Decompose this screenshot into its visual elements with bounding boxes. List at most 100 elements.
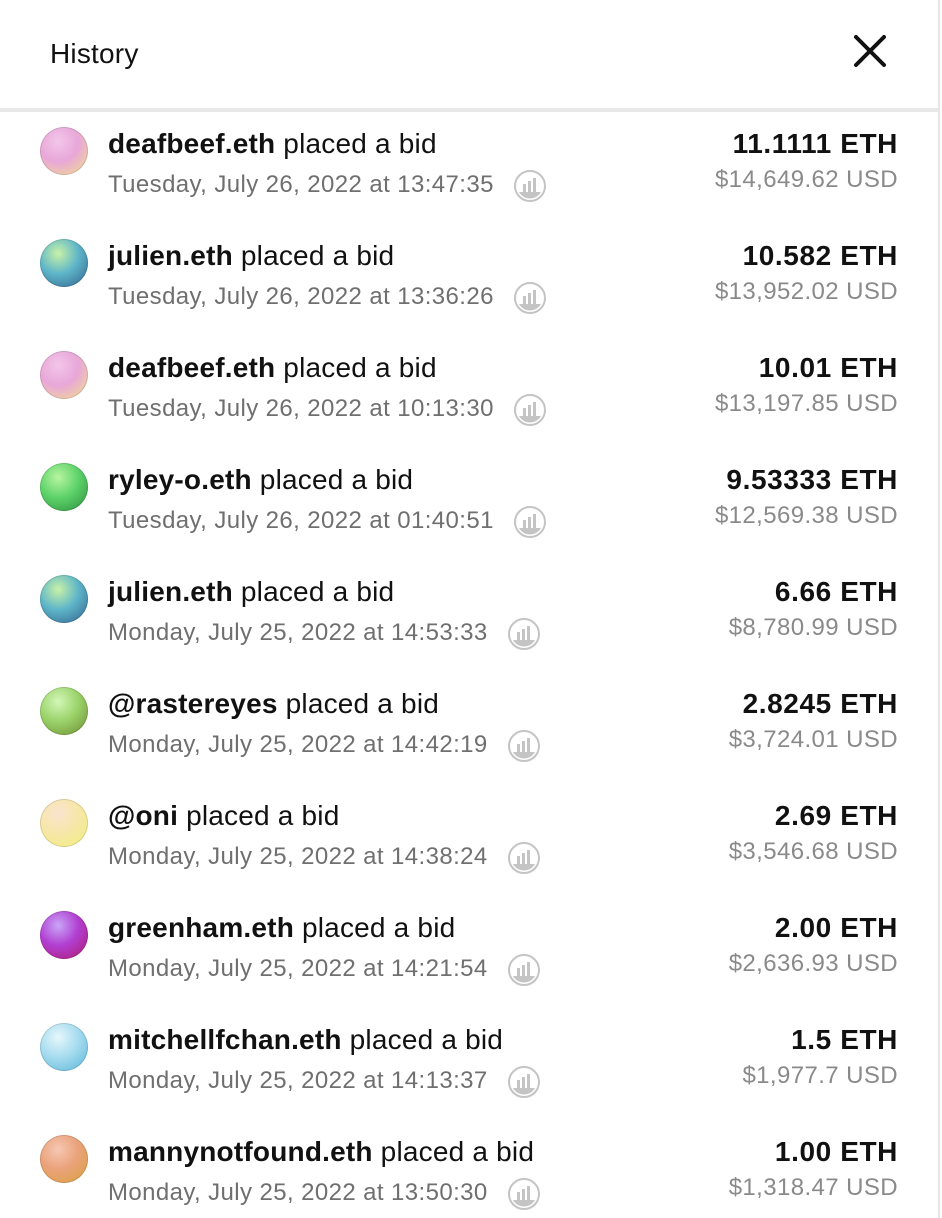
bid-amount: 9.53333 ETH $12,569.38 USD: [715, 464, 898, 530]
etherscan-icon[interactable]: [507, 618, 540, 650]
close-button[interactable]: [850, 31, 890, 71]
bid-action: placed a bid: [232, 576, 395, 607]
bid-amount: 1.5 ETH $1,977.7 USD: [742, 1024, 898, 1090]
bid-action: placed a bid: [178, 800, 340, 831]
bid-timestamp: Tuesday, July 26, 2022 at 13:36:26: [108, 283, 494, 310]
bid-amount: 10.582 ETH $13,952.02 USD: [715, 240, 898, 306]
bid-action: placed a bid: [372, 1136, 535, 1167]
avatar[interactable]: [40, 911, 88, 959]
close-icon: [854, 35, 886, 67]
bid-timestamp-row: Monday, July 25, 2022 at 14:13:37: [108, 1064, 540, 1098]
etherscan-icon[interactable]: [507, 730, 540, 762]
list-item[interactable]: ryley-o.eth placed a bid Tuesday, July 26…: [0, 448, 938, 560]
avatar[interactable]: [40, 1023, 88, 1071]
usd-amount: $1,977.7 USD: [742, 1062, 898, 1089]
bid-title: mannynotfound.eth placed a bid: [108, 1136, 534, 1168]
list-item[interactable]: @oni placed a bid Monday, July 25, 2022 a…: [0, 784, 938, 896]
bid-timestamp-row: Tuesday, July 26, 2022 at 13:36:26: [108, 280, 546, 314]
list-item[interactable]: mannynotfound.eth placed a bid Monday, Ju…: [0, 1120, 938, 1218]
bid-timestamp-row: Tuesday, July 26, 2022 at 01:40:51: [108, 504, 546, 538]
usd-amount: $14,649.62 USD: [714, 166, 898, 193]
etherscan-icon[interactable]: [507, 842, 540, 874]
bid-title: deafbeef.eth placed a bid: [108, 128, 437, 160]
list-item[interactable]: julien.eth placed a bid Tuesday, July 26,…: [0, 224, 938, 336]
bid-timestamp-row: Monday, July 25, 2022 at 14:53:33: [108, 616, 540, 650]
bid-timestamp: Monday, July 25, 2022 at 14:38:24: [108, 843, 488, 870]
bid-timestamp: Monday, July 25, 2022 at 14:42:19: [108, 731, 488, 758]
bid-title: greenham.eth placed a bid: [108, 912, 455, 944]
bid-amount: 2.69 ETH $3,546.68 USD: [729, 800, 898, 866]
bid-action: placed a bid: [277, 688, 440, 719]
eth-amount: 2.00 ETH: [774, 912, 898, 943]
bid-amount: 1.00 ETH $1,318.47 USD: [729, 1136, 898, 1202]
bid-title: @oni placed a bid: [108, 800, 339, 832]
bid-title: deafbeef.eth placed a bid: [108, 352, 437, 384]
etherscan-icon[interactable]: [507, 1066, 540, 1098]
history-panel: History deafbeef.eth placed a bid Tuesday…: [0, 0, 940, 1218]
bidder-name[interactable]: deafbeef.eth: [108, 128, 275, 159]
usd-amount: $13,197.85 USD: [714, 390, 898, 417]
bidder-name[interactable]: greenham.eth: [108, 912, 294, 943]
bid-title: julien.eth placed a bid: [108, 576, 394, 608]
bid-timestamp-row: Tuesday, July 26, 2022 at 13:47:35: [108, 168, 546, 202]
bid-timestamp: Monday, July 25, 2022 at 14:53:33: [108, 619, 488, 646]
avatar[interactable]: [40, 1135, 88, 1183]
bid-amount: 11.1111 ETH $14,649.62 USD: [715, 128, 898, 194]
bidder-name[interactable]: ryley-o.eth: [108, 464, 252, 495]
avatar[interactable]: [40, 799, 88, 847]
etherscan-icon[interactable]: [507, 1178, 540, 1210]
bid-history-list: deafbeef.eth placed a bid Tuesday, July 2…: [0, 112, 938, 1218]
bid-timestamp: Tuesday, July 26, 2022 at 01:40:51: [108, 507, 494, 534]
bidder-name[interactable]: deafbeef.eth: [108, 352, 275, 383]
eth-amount: 1.5 ETH: [791, 1024, 898, 1055]
page-title: History: [50, 38, 139, 69]
list-item[interactable]: mitchellfchan.eth placed a bid Monday, Ju…: [0, 1008, 938, 1120]
bid-action: placed a bid: [341, 1024, 504, 1055]
usd-amount: $2,636.93 USD: [728, 950, 898, 977]
bidder-name[interactable]: @oni: [108, 800, 178, 831]
bid-timestamp-row: Monday, July 25, 2022 at 14:21:54: [108, 952, 540, 986]
bid-title: mitchellfchan.eth placed a bid: [108, 1024, 503, 1056]
avatar[interactable]: [40, 687, 88, 735]
bid-timestamp: Monday, July 25, 2022 at 13:50:30: [108, 1179, 488, 1206]
usd-amount: $13,952.02 USD: [714, 278, 898, 305]
etherscan-icon[interactable]: [513, 282, 546, 314]
avatar[interactable]: [40, 575, 88, 623]
etherscan-icon[interactable]: [513, 394, 546, 426]
etherscan-icon[interactable]: [507, 954, 540, 986]
bid-timestamp: Monday, July 25, 2022 at 14:13:37: [108, 1067, 488, 1094]
list-item[interactable]: julien.eth placed a bid Monday, July 25, …: [0, 560, 938, 672]
usd-amount: $1,318.47 USD: [728, 1174, 898, 1201]
avatar[interactable]: [40, 351, 88, 399]
eth-amount: 9.53333 ETH: [726, 464, 898, 495]
bid-timestamp-row: Monday, July 25, 2022 at 14:42:19: [108, 728, 540, 762]
eth-amount: 6.66 ETH: [774, 576, 898, 607]
bid-amount: 6.66 ETH $8,780.99 USD: [729, 576, 898, 642]
bid-timestamp-row: Monday, July 25, 2022 at 14:38:24: [108, 840, 540, 874]
list-item[interactable]: deafbeef.eth placed a bid Tuesday, July 2…: [0, 112, 938, 224]
bid-action: placed a bid: [251, 464, 414, 495]
bidder-name[interactable]: julien.eth: [108, 576, 233, 607]
avatar[interactable]: [40, 463, 88, 511]
bidder-name[interactable]: julien.eth: [108, 240, 233, 271]
usd-amount: $3,546.68 USD: [728, 838, 898, 865]
eth-amount: 11.1111 ETH: [732, 128, 898, 159]
list-item[interactable]: @rastereyes placed a bid Monday, July 25,…: [0, 672, 938, 784]
bid-title: ryley-o.eth placed a bid: [108, 464, 413, 496]
etherscan-icon[interactable]: [513, 170, 546, 202]
eth-amount: 2.69 ETH: [774, 800, 898, 831]
bid-timestamp-row: Tuesday, July 26, 2022 at 10:13:30: [108, 392, 546, 426]
list-item[interactable]: deafbeef.eth placed a bid Tuesday, July 2…: [0, 336, 938, 448]
avatar[interactable]: [40, 127, 88, 175]
bid-timestamp: Tuesday, July 26, 2022 at 13:47:35: [108, 171, 494, 198]
bid-title: @rastereyes placed a bid: [108, 688, 439, 720]
bid-timestamp: Monday, July 25, 2022 at 14:21:54: [108, 955, 488, 982]
etherscan-icon[interactable]: [513, 506, 546, 538]
bidder-name[interactable]: @rastereyes: [108, 688, 278, 719]
bid-action: placed a bid: [294, 912, 456, 943]
list-item[interactable]: greenham.eth placed a bid Monday, July 25…: [0, 896, 938, 1008]
avatar[interactable]: [40, 239, 88, 287]
bidder-name[interactable]: mitchellfchan.eth: [108, 1024, 342, 1055]
bidder-name[interactable]: mannynotfound.eth: [108, 1136, 373, 1167]
eth-amount: 2.8245 ETH: [742, 688, 898, 719]
